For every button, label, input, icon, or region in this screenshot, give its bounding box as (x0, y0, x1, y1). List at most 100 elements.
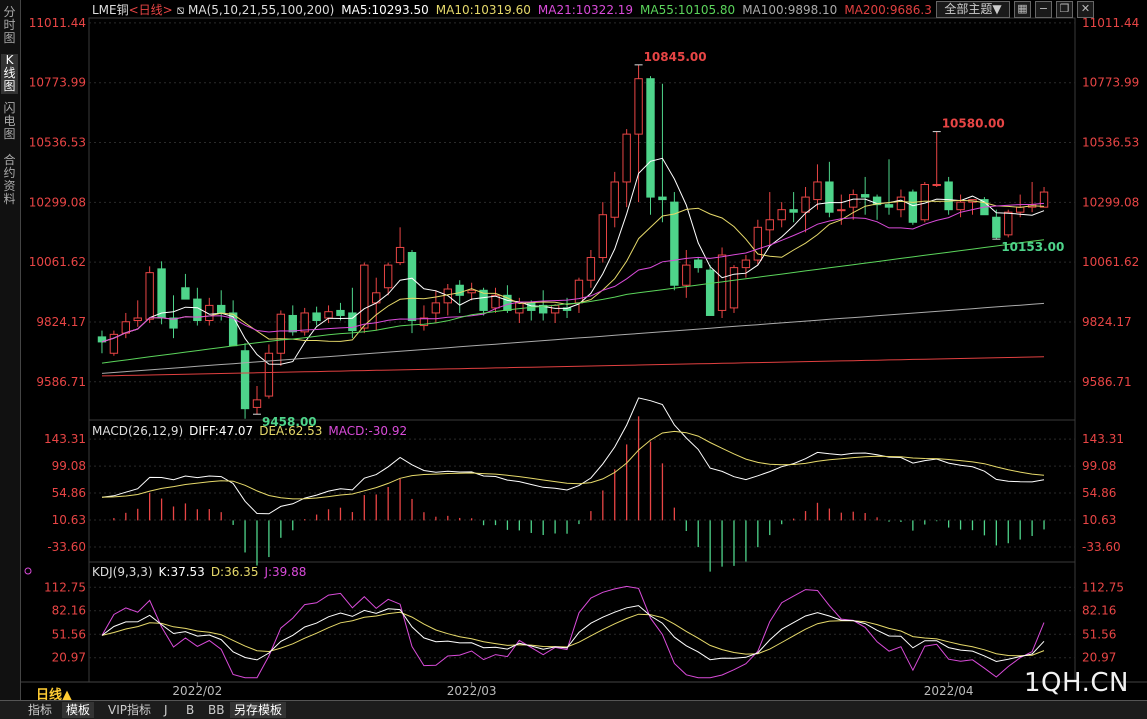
restore-icon[interactable]: ❐ (1056, 1, 1073, 18)
candle-up (622, 133, 631, 183)
y-tick-label-left: 10061.62 (29, 255, 86, 269)
tab-save-template[interactable]: 另存模板 (230, 702, 287, 718)
candle-down (157, 268, 166, 319)
y-tick-label-left: 10773.99 (29, 76, 86, 90)
y-tick-label-left: 112.75 (44, 580, 86, 594)
candle-up (837, 209, 846, 212)
y-tick-label-right: 10.63 (1082, 513, 1116, 527)
panel-header: KDJ(9,3,3) K:37.53 D:36.35 J:39.88 (92, 565, 306, 579)
ma-params: MA(5,10,21,55,100,200) (188, 3, 334, 17)
y-tick-label-left: 20.97 (52, 651, 86, 665)
y-tick-label-left: 51.56 (52, 627, 86, 641)
kdj-value: D:36.35 (211, 565, 259, 579)
y-tick-label-right: 10299.08 (1082, 195, 1139, 209)
ma-value: MA21:10322.19 (538, 3, 633, 17)
candle-up (896, 196, 906, 211)
candle-down (312, 312, 321, 322)
y-tick-label-right: 9586.71 (1082, 375, 1132, 389)
y-tick-label-right: 11011.44 (1082, 16, 1139, 30)
candle-down (240, 350, 250, 410)
high-label: 10580.00 (942, 117, 1005, 131)
macd-value: MACD:-30.92 (328, 424, 407, 438)
y-tick-label-left: 10299.08 (29, 195, 86, 209)
y-tick-label-right: 54.86 (1082, 486, 1116, 500)
candle-down (407, 252, 417, 322)
candle-down (825, 181, 834, 213)
ma-value: MA5:10293.50 (341, 3, 429, 17)
tab-b[interactable]: B (182, 702, 198, 718)
y-tick-label-left: 143.31 (44, 432, 86, 446)
close-icon[interactable]: ✕ (1077, 1, 1094, 18)
candle-up (324, 311, 333, 319)
candle-up (610, 181, 619, 218)
candle-up (574, 279, 584, 304)
candle-down (527, 302, 536, 311)
candle-down (908, 191, 918, 223)
candle-down (992, 216, 1001, 238)
y-tick-label-left: 10536.53 (29, 136, 86, 150)
macd-diff-line (101, 397, 1045, 515)
macd-title: MACD(26,12,9) (92, 424, 183, 438)
candle-up (765, 219, 774, 231)
indicator-settings-icon (24, 567, 32, 575)
y-tick-label-right: -33.60 (1082, 540, 1121, 554)
candle-up (956, 201, 965, 211)
candle-down (288, 314, 297, 333)
y-tick-label-right: 10061.62 (1082, 255, 1139, 269)
ma-line-ma55 (101, 239, 1045, 364)
ma-line-ma5 (101, 157, 1045, 365)
kdj-chart (89, 585, 1075, 679)
tab-indicator[interactable]: 指标 (24, 702, 56, 718)
panel-frame (88, 419, 1076, 563)
candle-up (550, 304, 560, 314)
candle-down (646, 78, 655, 198)
zoom-out-icon[interactable]: − (1035, 1, 1052, 18)
candle-down (658, 196, 667, 201)
tab-template[interactable]: 模板 (62, 702, 95, 718)
y-tick-label-right: 20.97 (1082, 651, 1116, 665)
grid-icon[interactable]: ▦ (1014, 1, 1031, 18)
candle-up (682, 264, 691, 286)
candle-up (1004, 211, 1013, 236)
candle-up (276, 313, 286, 354)
tab-j[interactable]: J (160, 702, 172, 718)
candle-down (455, 284, 464, 296)
ma-line-ma10 (101, 199, 1045, 343)
candle-up (145, 272, 154, 320)
candle-down (789, 209, 798, 213)
candle-down (860, 194, 870, 198)
candle-up (634, 78, 643, 135)
candle-down (705, 269, 715, 316)
candle-down (336, 309, 345, 316)
macd-value: DIFF:47.07 (189, 424, 253, 438)
kdj-title: KDJ(9,3,3) (92, 565, 153, 579)
period-tag: <日线> (129, 3, 173, 17)
macd-dea-line (101, 430, 1045, 500)
chart-area[interactable]: 11011.44 11011.44 10773.99 10773.99 10536.53… (0, 0, 1147, 700)
watermark: 1QH.CN (1024, 668, 1129, 698)
candle-up (849, 194, 858, 208)
tab-vip-indicator[interactable]: VIP指标 (104, 702, 155, 718)
y-tick-label-right: 99.08 (1082, 459, 1116, 473)
candle-down (181, 287, 190, 300)
panel-header: MACD(26,12,9) DIFF:47.07 DEA:62.53 MACD:-30… (92, 424, 407, 438)
y-tick-label-left: 54.86 (52, 486, 86, 500)
tab-bb[interactable]: BB (204, 702, 228, 718)
candle-up (586, 257, 596, 281)
y-tick-label-right: 112.75 (1082, 580, 1124, 594)
ma-value: MA200:9686.3 (844, 3, 932, 17)
candle-up (598, 214, 608, 259)
low-label: 10153.00 (1001, 240, 1064, 254)
candle-up (777, 209, 786, 221)
y-tick-label-left: 11011.44 (29, 16, 86, 30)
y-tick-label-right: 9824.17 (1082, 315, 1132, 329)
theme-dropdown-button[interactable]: 全部主题▼ (936, 1, 1010, 18)
candle-up (741, 259, 751, 269)
y-tick-label-left: 82.16 (52, 604, 86, 618)
candle-up (813, 181, 822, 201)
y-tick-label-right: 10773.99 (1082, 76, 1139, 90)
candle-up (932, 183, 941, 186)
candle-up (360, 264, 369, 329)
macd-value: DEA:62.53 (259, 424, 322, 438)
candle-up (252, 399, 262, 408)
